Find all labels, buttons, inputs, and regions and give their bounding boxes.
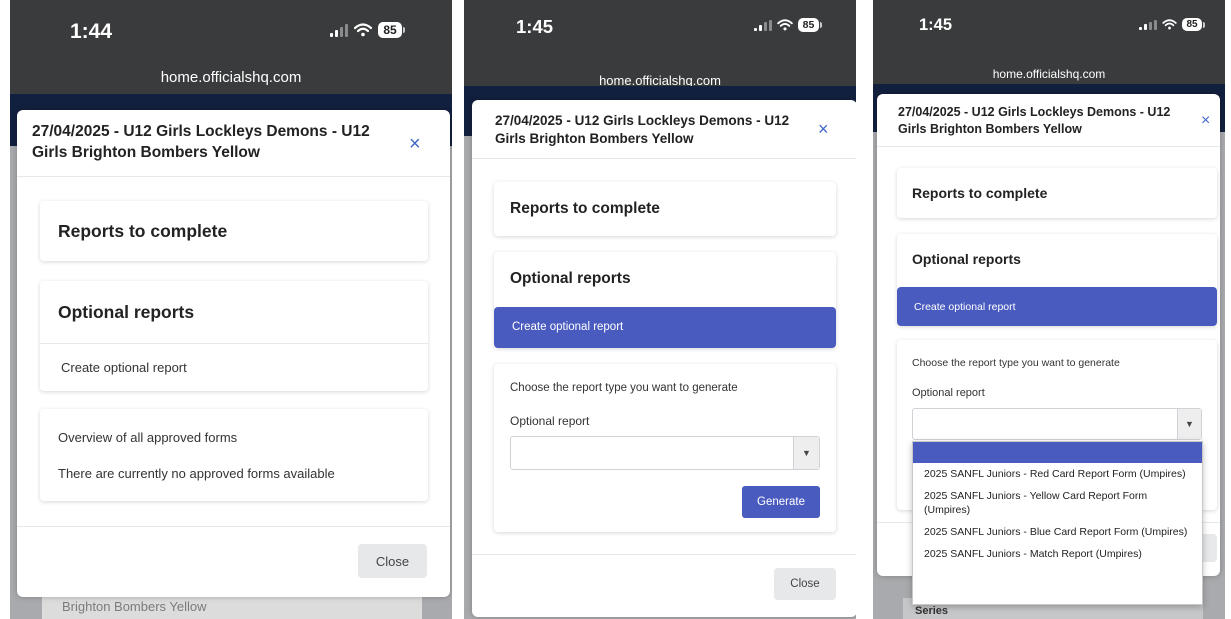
battery-level: 85 xyxy=(1182,18,1202,31)
create-optional-report-link[interactable]: Create optional report xyxy=(61,360,187,375)
battery-icon: 85 xyxy=(798,18,822,32)
url-bar[interactable]: home.officialshq.com xyxy=(10,69,452,86)
reports-to-complete-title: Reports to complete xyxy=(912,185,1048,201)
create-optional-report-label: Create optional report xyxy=(512,321,624,333)
create-optional-report-bar[interactable]: Create optional report xyxy=(897,287,1217,326)
report-modal: 27/04/2025 - U12 Girls Lockleys Demons -… xyxy=(17,110,450,597)
overview-heading: Overview of all approved forms xyxy=(58,430,238,445)
report-type-card: Choose the report type you want to gener… xyxy=(494,364,836,532)
modal-title: 27/04/2025 - U12 Girls Lockleys Demons -… xyxy=(495,113,790,147)
status-bar: 1:45 85 home.officialshq.com xyxy=(873,0,1225,84)
optional-reports-card: Optional reports Create optional report xyxy=(40,281,428,391)
clock: 1:45 xyxy=(516,16,554,37)
reports-to-complete-title: Reports to complete xyxy=(58,221,228,241)
optional-report-select[interactable]: ▼ xyxy=(912,408,1202,440)
reports-to-complete-card[interactable]: Reports to complete xyxy=(40,201,428,261)
signal-icon xyxy=(330,23,348,37)
modal-title: 27/04/2025 - U12 Girls Lockleys Demons -… xyxy=(32,123,370,161)
chevron-down-icon[interactable]: ▼ xyxy=(1177,409,1201,439)
phone-screen-1: 1:44 85 home.officialshq.com Brighton Bo… xyxy=(10,0,452,619)
dropdown-option[interactable]: 2025 SANFL Juniors - Red Card Report For… xyxy=(913,463,1202,485)
dropdown-option[interactable]: 2025 SANFL Juniors - Match Report (Umpir… xyxy=(913,543,1202,565)
reports-to-complete-title: Reports to complete xyxy=(510,200,660,217)
status-bar: 1:45 85 home.officialshq.com xyxy=(464,0,856,88)
divider xyxy=(17,176,450,177)
reports-to-complete-card[interactable]: Reports to complete xyxy=(897,168,1217,218)
choose-type-label: Choose the report type you want to gener… xyxy=(912,357,1120,369)
battery-level: 85 xyxy=(798,18,819,32)
no-forms-message: There are currently no approved forms av… xyxy=(58,466,335,481)
chevron-down-icon[interactable]: ▼ xyxy=(793,437,819,469)
phone-screen-3: 1:45 85 home.officialshq.com Series 27/0… xyxy=(873,0,1225,619)
optional-report-label: Optional report xyxy=(510,414,590,428)
close-button[interactable]: Close xyxy=(774,568,836,600)
signal-icon xyxy=(1139,19,1157,30)
dropdown-option[interactable]: 2025 SANFL Juniors - Blue Card Report Fo… xyxy=(913,521,1202,543)
optional-report-dropdown: 2025 SANFL Juniors - Red Card Report For… xyxy=(912,441,1203,605)
create-optional-report-bar[interactable]: Create optional report xyxy=(494,307,836,348)
optional-reports-title[interactable]: Optional reports xyxy=(58,302,194,323)
approved-forms-card: Overview of all approved forms There are… xyxy=(40,409,428,501)
dropdown-option[interactable]: 2025 SANFL Juniors - Yellow Card Report … xyxy=(913,485,1202,521)
wifi-icon xyxy=(777,19,793,31)
close-button[interactable]: Close xyxy=(358,544,427,578)
generate-button[interactable]: Generate xyxy=(742,486,820,518)
battery-icon: 85 xyxy=(378,22,405,38)
battery-level: 85 xyxy=(378,22,402,38)
optional-reports-card: Optional reports Create optional report xyxy=(494,252,836,348)
divider xyxy=(877,146,1220,147)
clock: 1:44 xyxy=(70,20,113,43)
report-modal: 27/04/2025 - U12 Girls Lockleys Demons -… xyxy=(472,100,856,617)
close-icon[interactable]: × xyxy=(409,134,421,154)
divider xyxy=(17,526,450,527)
choose-type-label: Choose the report type you want to gener… xyxy=(510,382,738,394)
dropdown-option-empty[interactable] xyxy=(913,442,1202,463)
optional-report-label: Optional report xyxy=(912,387,985,399)
status-icons: 85 xyxy=(330,22,405,38)
phone-screen-2: 1:45 85 home.officialshq.com 27/04/2025 … xyxy=(464,0,856,619)
signal-icon xyxy=(754,19,772,31)
divider xyxy=(472,158,856,159)
status-icons: 85 xyxy=(754,18,822,32)
background-text: Brighton Bombers Yellow xyxy=(62,599,207,614)
optional-report-select[interactable]: ▼ xyxy=(510,436,820,470)
clock: 1:45 xyxy=(919,16,953,34)
close-icon[interactable]: × xyxy=(1201,111,1210,131)
divider xyxy=(472,554,856,555)
wifi-icon xyxy=(1162,19,1177,30)
create-optional-report-label: Create optional report xyxy=(914,301,1016,313)
background-text: Series xyxy=(915,605,949,617)
reports-to-complete-card[interactable]: Reports to complete xyxy=(494,182,836,236)
status-bar: 1:44 85 home.officialshq.com xyxy=(10,0,452,94)
optional-reports-card: Optional reports Create optional report xyxy=(897,234,1217,326)
url-bar[interactable]: home.officialshq.com xyxy=(873,67,1225,81)
status-icons: 85 xyxy=(1139,18,1205,31)
optional-reports-title[interactable]: Optional reports xyxy=(912,251,1021,267)
wifi-icon xyxy=(354,23,372,37)
battery-icon: 85 xyxy=(1182,18,1205,31)
modal-title: 27/04/2025 - U12 Girls Lockleys Demons -… xyxy=(898,105,1171,136)
divider xyxy=(40,343,428,344)
close-icon[interactable]: × xyxy=(818,119,829,139)
optional-reports-title[interactable]: Optional reports xyxy=(510,270,631,288)
